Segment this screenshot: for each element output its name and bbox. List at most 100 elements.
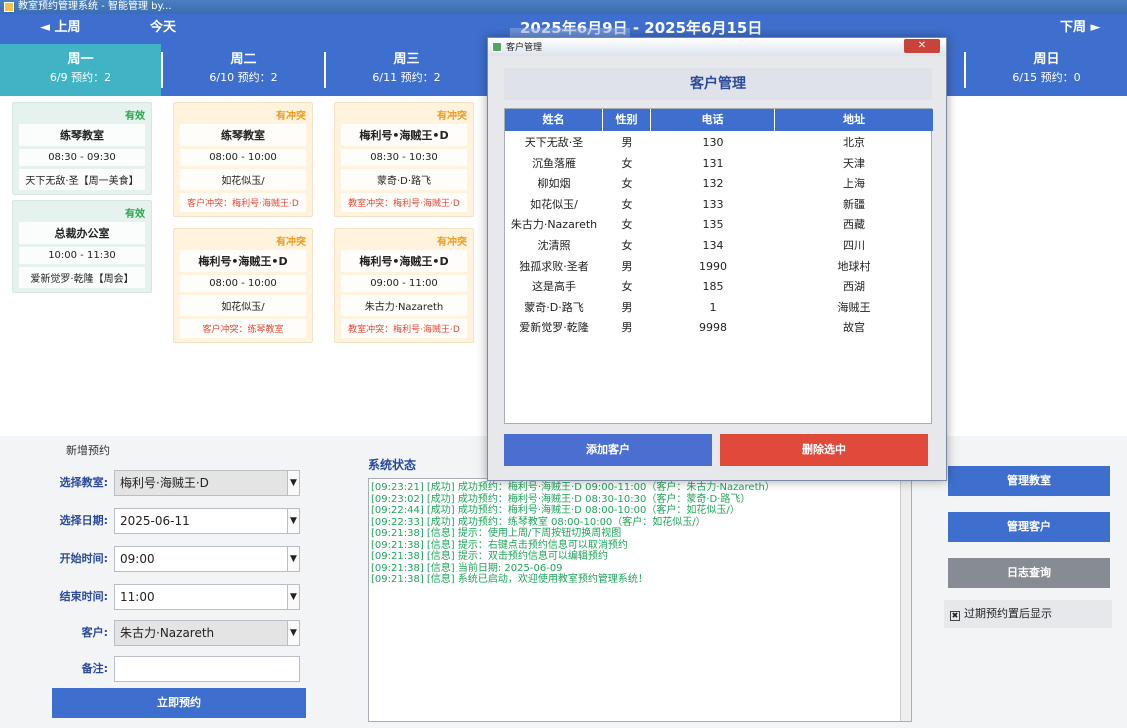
start-time-value: 09:00 [120, 552, 155, 566]
table-row[interactable]: 独孤求败·圣者 男 1990 地球村 [505, 257, 933, 278]
dialog-titlebar: 客户管理 ✕ [488, 38, 946, 56]
table-row[interactable]: 朱古力·Nazareth 女 135 西藏 [505, 215, 933, 236]
table-cell: 女 [621, 156, 633, 170]
booking-card[interactable]: 有冲突 练琴教室 08:00 - 10:00 如花似玉/ 客户冲突：梅利号·海贼… [173, 102, 313, 217]
delete-selected-button[interactable]: 删除选中 [720, 434, 928, 466]
customer-management-dialog: 客户管理 ✕ 客户管理 姓名 性别 电话 地址 天下无敌·圣男 130 北京 沉鱼落雁… [487, 37, 947, 481]
start-time-select[interactable]: 09:00 ▼ [114, 546, 300, 572]
table-row[interactable]: 天下无敌·圣 男 130 北京 [505, 133, 933, 154]
checkbox-icon[interactable]: ✖ [950, 611, 960, 621]
prev-week-button[interactable]: ◄ 上周 [40, 14, 81, 44]
column-header-name[interactable]: 姓名 [505, 109, 603, 131]
table-cell: 柳如烟 [537, 177, 571, 191]
log-line: [09:21:38] [信息] 提示：右键点击预约信息可以取消预约 [371, 539, 628, 551]
booking-time: 08:00 - 10:00 [180, 275, 306, 292]
table-cell: 沉鱼落雁 [532, 156, 576, 170]
booking-time: 08:00 - 10:00 [180, 149, 306, 166]
day-summary: 6/10 预约：2 [209, 71, 278, 84]
booking-status: 有冲突 [276, 237, 306, 248]
booking-room: 梅利号•海贼王•D [341, 124, 467, 146]
customer-select[interactable]: 朱古力·Nazareth ▼ [114, 620, 300, 646]
status-scrollbar[interactable] [900, 479, 911, 721]
date-label: 选择日期: [59, 514, 108, 527]
table-row[interactable]: 这是高手 女 185 西湖 [505, 277, 933, 298]
chevron-down-icon[interactable]: ▼ [287, 547, 299, 571]
submit-booking-button[interactable]: 立即预约 [52, 688, 306, 718]
day-header-sun[interactable]: 周日 6/15 预约：0 [966, 44, 1127, 96]
table-cell: 男 [621, 136, 633, 149]
booking-status: 有冲突 [437, 237, 467, 248]
manage-customer-button[interactable]: 管理客户 [948, 512, 1110, 542]
table-cell: 上海 [843, 177, 865, 191]
table-row[interactable]: 如花似玉/女 133 新疆 [505, 195, 933, 216]
chevron-down-icon[interactable]: ▼ [287, 621, 299, 645]
chevron-down-icon[interactable]: ▼ [287, 471, 299, 495]
day-header-mon[interactable]: 周一 6/9 预约：2 [0, 44, 161, 96]
table-cell: 独孤求败·圣者 [519, 259, 589, 273]
start-time-row: 开始时间: 09:00 ▼ [52, 546, 352, 572]
room-select[interactable]: 梅利号·海贼王·D ▼ [114, 470, 300, 496]
booking-card[interactable]: 有效 练琴教室 08:30 - 09:30 天下无敌·圣【周一美食】 [12, 102, 152, 195]
day-summary: 6/11 预约：2 [372, 71, 441, 84]
table-cell: 女 [621, 218, 633, 232]
booking-card[interactable]: 有冲突 梅利号•海贼王•D 08:00 - 10:00 如花似玉/ 客户冲突：练… [173, 228, 313, 343]
table-row[interactable]: 柳如烟 女 132 上海 [505, 174, 933, 195]
room-label: 选择教室: [59, 476, 108, 489]
table-cell: 地球村 [837, 259, 871, 273]
add-customer-button[interactable]: 添加客户 [504, 434, 712, 466]
day-header-wed[interactable]: 周三 6/11 预约：2 [326, 44, 487, 96]
table-cell: 天津 [843, 156, 865, 170]
booking-room: 练琴教室 [19, 124, 145, 146]
table-cell: 男 [621, 321, 633, 335]
table-row[interactable]: 爱新觉罗·乾隆 男 9998 故宫 [505, 318, 933, 339]
customer-value: 朱古力·Nazareth [120, 626, 215, 640]
booking-room: 练琴教室 [180, 124, 306, 146]
booking-status: 有冲突 [276, 111, 306, 122]
table-row[interactable]: 沉鱼落雁 女 131 天津 [505, 154, 933, 175]
note-input[interactable] [114, 656, 300, 682]
status-panel: 系统状态 [09:23:21] [成功] 成功预约：梅利号·海贼王·D 09:0… [368, 456, 912, 722]
table-cell: 故宫 [843, 321, 865, 335]
booking-card[interactable]: 有冲突 梅利号•海贼王•D 08:30 - 10:30 蒙奇·D·路飞 教室冲突… [334, 102, 474, 217]
chevron-down-icon[interactable]: ▼ [287, 585, 299, 609]
booking-customer: 天下无敌·圣【周一美食】 [19, 169, 145, 190]
manage-room-button[interactable]: 管理教室 [948, 466, 1110, 496]
expired-last-toggle[interactable]: ✖ 过期预约置后显示 [944, 600, 1112, 628]
booking-conflict: 教室冲突：梅利号·海贼王·D [341, 193, 467, 212]
day-name: 周日 [1033, 52, 1060, 67]
booking-conflict: 教室冲突：梅利号·海贼王·D [341, 319, 467, 338]
close-icon[interactable]: ✕ [904, 39, 940, 53]
table-cell: 1 [709, 300, 717, 314]
day-name: 周三 [393, 52, 420, 67]
chevron-down-icon[interactable]: ▼ [287, 509, 299, 533]
table-cell: 这是高手 [532, 280, 576, 294]
table-cell: 女 [621, 177, 633, 191]
column-header-address[interactable]: 地址 [775, 109, 933, 131]
next-week-button[interactable]: 下周 ► [1060, 14, 1101, 44]
table-cell: 132 [702, 177, 724, 191]
log-query-button[interactable]: 日志查询 [948, 558, 1110, 588]
table-cell: 西湖 [843, 280, 865, 294]
table-cell: 沈清照 [537, 239, 571, 252]
column-header-phone[interactable]: 电话 [651, 109, 775, 131]
table-cell: 133 [702, 197, 724, 211]
day-header-tue[interactable]: 周二 6/10 预约：2 [163, 44, 324, 96]
booking-customer: 蒙奇·D·路飞 [341, 169, 467, 190]
date-select[interactable]: 2025-06-11 ▼ [114, 508, 300, 534]
day-name: 周二 [230, 52, 257, 67]
booking-card[interactable]: 有效 总裁办公室 10:00 - 11:30 爱新觉罗·乾隆【周会】 [12, 200, 152, 293]
note-label: 备注: [81, 662, 108, 675]
table-cell: 女 [621, 197, 633, 211]
today-button[interactable]: 今天 [150, 14, 176, 44]
day-summary: 6/9 预约：2 [49, 71, 112, 84]
status-label: 系统状态 [368, 458, 417, 472]
note-row: 备注: [52, 656, 352, 682]
booking-card[interactable]: 有冲突 梅利号•海贼王•D 09:00 - 11:00 朱古力·Nazareth… [334, 228, 474, 343]
status-log[interactable]: [09:23:21] [成功] 成功预约：梅利号·海贼王·D 09:00-11:… [368, 478, 912, 722]
table-row[interactable]: 沈清照 女 134 四川 [505, 236, 933, 257]
table-row[interactable]: 蒙奇·D·路飞 男 1 海贼王 [505, 298, 933, 319]
end-time-select[interactable]: 11:00 ▼ [114, 584, 300, 610]
booking-time: 08:30 - 10:30 [341, 149, 467, 166]
column-header-gender[interactable]: 性别 [603, 109, 651, 131]
booking-status: 有冲突 [437, 111, 467, 122]
